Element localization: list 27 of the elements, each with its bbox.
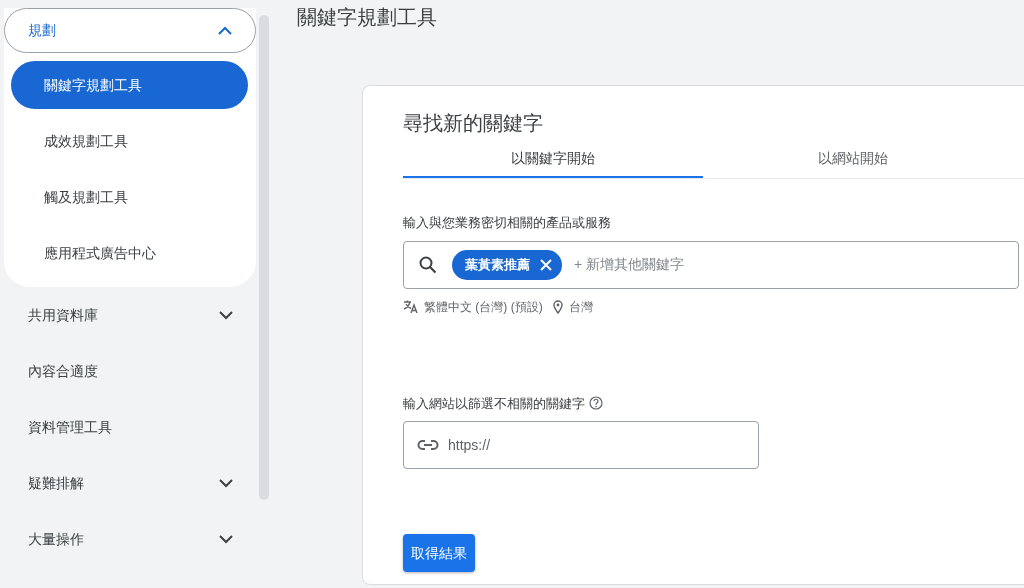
search-icon [418, 254, 438, 275]
page-title: 關鍵字規劃工具 [297, 5, 438, 30]
sidebar-item[interactable]: 關鍵字規劃工具 [11, 61, 248, 109]
location-pin-icon [552, 299, 563, 314]
card-title: 尋找新的關鍵字 [403, 111, 544, 136]
keyword-field[interactable]: 葉黃素推薦 + 新增其他關鍵字 [403, 240, 1019, 289]
help-icon[interactable] [589, 396, 603, 411]
sidebar-item[interactable]: 疑難排解 [0, 455, 258, 511]
sidebar-group[interactable]: 規劃 [4, 8, 256, 53]
location-text: 台灣 [568, 298, 593, 316]
language-text: 繁體中文 (台灣) (預設) [424, 298, 543, 316]
sidebar-item[interactable]: 觸及規劃工具 [11, 173, 248, 221]
sidebar-item[interactable]: 共用資料庫 [0, 287, 258, 343]
sidebar-item[interactable]: 資料管理工具 [0, 399, 258, 455]
sidebar-item[interactable]: 內容合適度 [0, 343, 258, 399]
field-label: 輸入與您業務密切相關的產品或服務 [403, 214, 612, 232]
tab[interactable]: 以關鍵字開始 [403, 146, 703, 178]
keyword-chip[interactable]: 葉黃素推薦 [452, 249, 562, 280]
sidebar-item[interactable]: 成效規劃工具 [11, 117, 248, 165]
tab[interactable]: 以網站開始 [703, 146, 1003, 178]
get-results-button[interactable]: 取得結果 [403, 534, 475, 572]
sidebar-item[interactable]: 大量操作 [0, 511, 258, 567]
close-icon[interactable] [540, 258, 552, 271]
sidebar-item[interactable]: 應用程式廣告中心 [11, 229, 248, 277]
website-field[interactable]: https:// [403, 421, 759, 469]
field-label: 輸入網站以篩選不相關的關鍵字 [403, 394, 585, 413]
translate-icon [403, 300, 418, 313]
